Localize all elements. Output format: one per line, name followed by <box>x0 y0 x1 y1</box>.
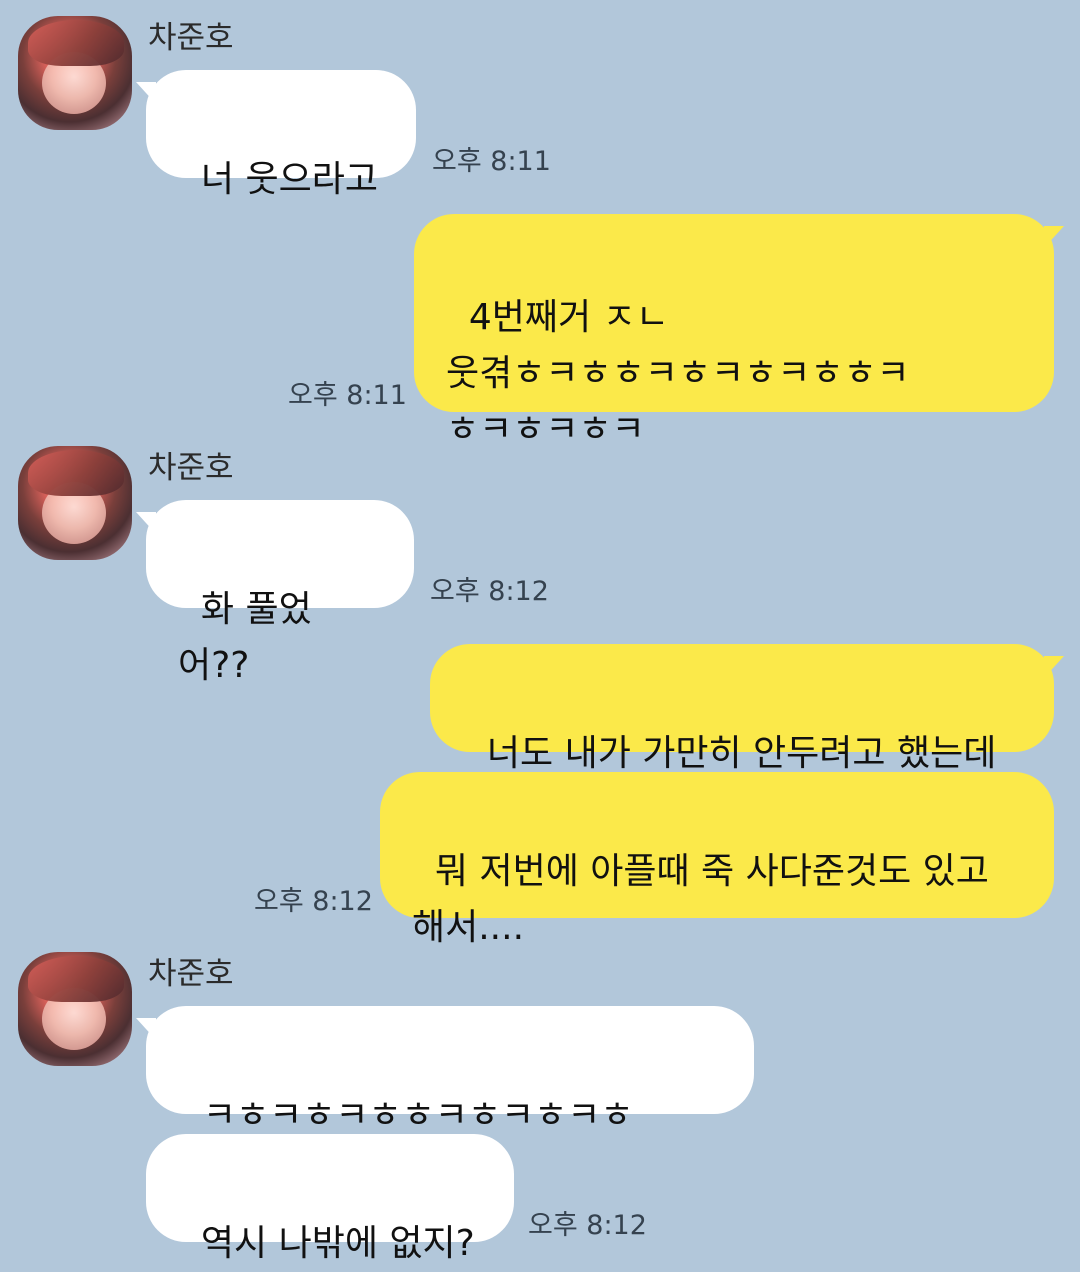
message-time: 오후 8:12 <box>528 1210 647 1241</box>
message-text: ㅋㅎㅋㅎㅋㅎㅎㅋㅎㅋㅎㅋㅎ <box>202 1095 634 1136</box>
message-text: 너도 내가 가만히 안두려고 했는데 <box>486 733 997 774</box>
message-time: 오후 8:12 <box>254 886 373 917</box>
message-time: 오후 8:11 <box>432 146 551 177</box>
message-bubble[interactable]: 역시 나밖에 없지? <box>146 1134 514 1264</box>
message-time: 오후 8:11 <box>288 380 407 411</box>
message-text: 역시 나밖에 없지? <box>200 1223 475 1264</box>
avatar[interactable] <box>18 446 132 560</box>
sender-name: 차준호 <box>148 20 234 56</box>
avatar[interactable] <box>18 16 132 130</box>
message-bubble[interactable]: 화 풀었어?? <box>136 500 414 686</box>
message-text: 4번째거 ㅈㄴ 웃겪ㅎㅋㅎㅎㅋㅎㅋㅎㅋㅎㅎㅋ ㅎㅋㅎㅋㅎㅋ <box>446 297 910 450</box>
message-bubble[interactable]: 4번째거 ㅈㄴ 웃겪ㅎㅋㅎㅎㅋㅎㅋㅎㅋㅎㅎㅋ ㅎㅋㅎㅋㅎㅋ <box>414 214 1064 450</box>
sender-name: 차준호 <box>148 956 234 992</box>
message-text: 뭐 저번에 아플때 죽 사다준것도 있고 해서.... <box>412 851 989 948</box>
message-bubble[interactable]: ㅋㅎㅋㅎㅋㅎㅎㅋㅎㅋㅎㅋㅎ <box>136 1006 754 1136</box>
message-bubble[interactable]: 뭐 저번에 아플때 죽 사다준것도 있고 해서.... <box>380 772 1054 948</box>
message-bubble[interactable]: 너 웃으라고 <box>136 70 416 200</box>
message-text: 화 풀었어?? <box>178 589 312 686</box>
avatar[interactable] <box>18 952 132 1066</box>
message-text: 너 웃으라고 <box>200 159 378 200</box>
message-time: 오후 8:12 <box>430 576 549 607</box>
sender-name: 차준호 <box>148 450 234 486</box>
message-bubble[interactable]: 너도 내가 가만히 안두려고 했는데 <box>430 644 1064 774</box>
